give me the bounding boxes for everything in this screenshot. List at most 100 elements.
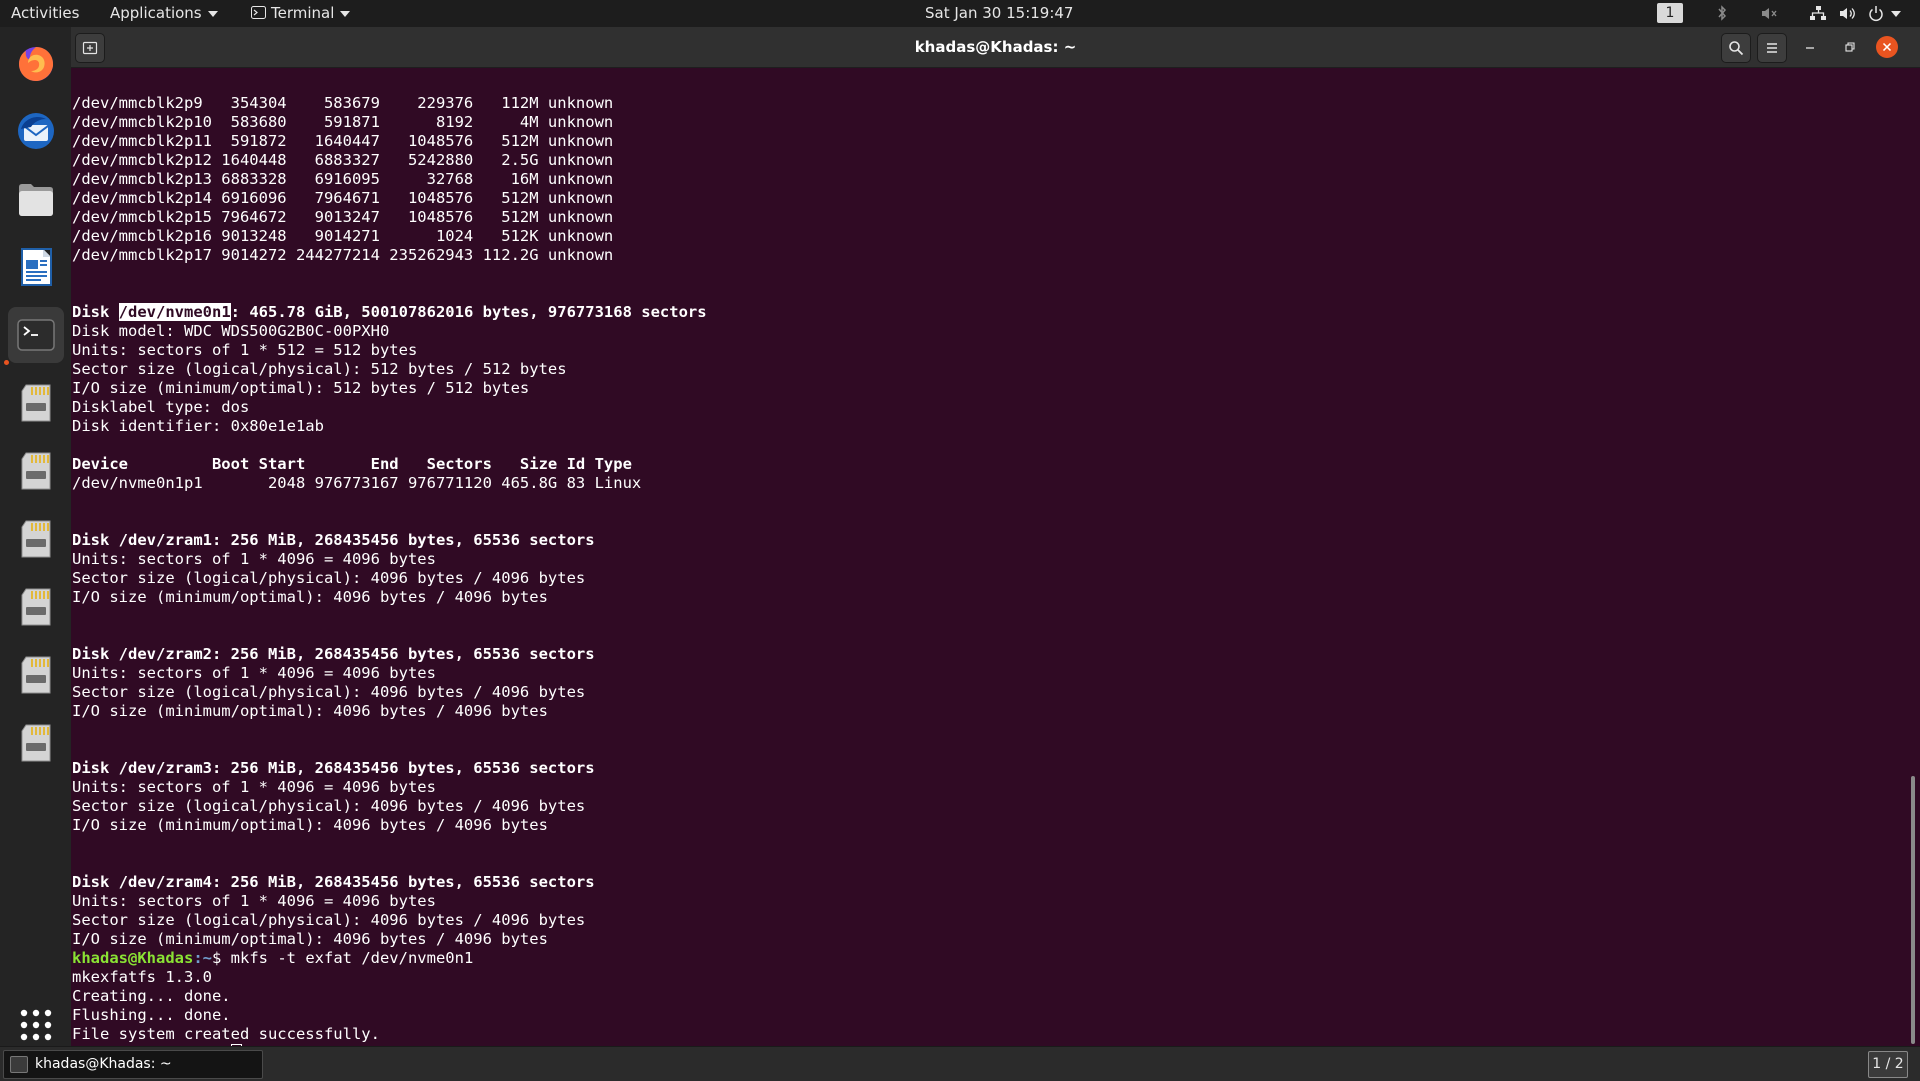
hamburger-menu-button[interactable] (1757, 33, 1787, 63)
disk-units: Units: sectors of 1 * 512 = 512 bytes (72, 341, 418, 359)
zram-disk-header: Disk /dev/zram2: 256 MiB, 268435456 byte… (72, 645, 595, 663)
applications-menu[interactable]: Applications (110, 0, 218, 27)
zram-disk-header: Disk /dev/zram1: 256 MiB, 268435456 byte… (72, 531, 595, 549)
dock-sd-card-3[interactable] (8, 511, 64, 567)
volume-icon[interactable] (1838, 4, 1858, 23)
partition-line: /dev/mmcblk2p10 583680 591871 8192 4M un… (72, 113, 614, 131)
zram-units: Units: sectors of 1 * 4096 = 4096 bytes (72, 892, 436, 910)
network-wired-icon[interactable] (1808, 4, 1828, 23)
volume-muted-icon[interactable] (1759, 4, 1779, 23)
disk-identifier: Disk identifier: 0x80e1e1ab (72, 417, 324, 435)
workspace-indicator[interactable]: 1 / 2 (1868, 1051, 1908, 1078)
dock-sd-card-1[interactable] (8, 375, 64, 431)
zram-io-size: I/O size (minimum/optimal): 4096 bytes /… (72, 702, 548, 720)
minimize-icon (1806, 47, 1814, 49)
prompt-symbol: $ (212, 949, 231, 967)
partition-line: /dev/mmcblk2p16 9013248 9014271 1024 512… (72, 227, 614, 245)
zram-io-size: I/O size (minimum/optimal): 4096 bytes /… (72, 816, 548, 834)
zram-units: Units: sectors of 1 * 4096 = 4096 bytes (72, 550, 436, 568)
sd-card-icon (21, 384, 51, 422)
workspace-badge[interactable]: 1 (1657, 3, 1683, 23)
terminal-app-menu[interactable]: Terminal (251, 0, 351, 27)
restore-icon (1845, 42, 1855, 52)
partition-line: /dev/mmcblk2p17 9014272 244277214 235262… (72, 246, 614, 264)
power-icon[interactable] (1866, 4, 1886, 23)
taskbar-item-terminal[interactable]: khadas@Khadas: ~ (3, 1050, 263, 1079)
top-bar: Activities Applications Terminal Sat Jan… (0, 0, 1920, 27)
window-headerbar[interactable]: khadas@Khadas: ~ (71, 27, 1920, 68)
dock-libreoffice-writer[interactable] (8, 239, 64, 295)
zram-units: Units: sectors of 1 * 4096 = 4096 bytes (72, 664, 436, 682)
window-title: khadas@Khadas: ~ (914, 38, 1077, 56)
chevron-down-icon (340, 10, 351, 17)
partition-line: /dev/mmcblk2p14 6916096 7964671 1048576 … (72, 189, 614, 207)
activities-button[interactable]: Activities (11, 0, 79, 27)
zram-disk-header: Disk /dev/zram4: 256 MiB, 268435456 byte… (72, 873, 595, 891)
disk-sector-size: Sector size (logical/physical): 512 byte… (72, 360, 567, 378)
hamburger-menu-icon (1767, 43, 1777, 53)
zram-sector-size: Sector size (logical/physical): 4096 byt… (72, 911, 586, 929)
document-icon (21, 248, 52, 286)
terminal-output: /dev/mmcblk2p9 354304 583679 229376 112M… (72, 94, 707, 1065)
output-line: File system created successfully. (72, 1025, 380, 1043)
search-button[interactable] (1721, 33, 1751, 63)
selected-disk-name[interactable]: /dev/nvme0n1 (118, 303, 231, 321)
partition-table-row: /dev/nvme0n1p1 2048 976773167 976771120 … (72, 474, 642, 492)
clock[interactable]: Sat Jan 30 15:19:47 (925, 0, 1073, 27)
window-list-bar: khadas@Khadas: ~ 1 / 2 (0, 1046, 1920, 1081)
disklabel-type: Disklabel type: dos (72, 398, 250, 416)
partition-line: /dev/mmcblk2p11 591872 1640447 1048576 5… (72, 132, 614, 150)
system-menu-chevron-icon[interactable] (1891, 11, 1901, 17)
sd-card-icon (21, 452, 51, 490)
zram-sector-size: Sector size (logical/physical): 4096 byt… (72, 797, 586, 815)
dock-sd-card-4[interactable] (8, 579, 64, 635)
firefox-icon (19, 47, 54, 81)
prompt-path: :~ (193, 949, 212, 967)
close-button[interactable] (1876, 36, 1898, 58)
maximize-button[interactable] (1836, 33, 1864, 61)
sd-card-icon (21, 588, 51, 626)
terminal-window: khadas@Khadas: ~ /dev/mmcblk2p9 354304 5… (71, 27, 1920, 1064)
zram-io-size: I/O size (minimum/optimal): 4096 bytes /… (72, 588, 548, 606)
taskbar-item-label: khadas@Khadas: ~ (35, 1056, 172, 1072)
new-tab-button[interactable] (75, 33, 105, 63)
zram-units: Units: sectors of 1 * 4096 = 4096 bytes (72, 778, 436, 796)
dock-firefox[interactable] (8, 35, 64, 91)
disk-prefix: Disk (72, 303, 119, 321)
output-line: Flushing... done. (72, 1006, 231, 1024)
partition-table-header: Device Boot Start End Sectors Size Id Ty… (72, 455, 632, 473)
files-icon (19, 184, 53, 216)
dock-files[interactable] (8, 171, 64, 227)
active-app-indicator (4, 360, 9, 365)
dock-sd-card-2[interactable] (8, 443, 64, 499)
command-line: khadas@Khadas:~$ mkfs -t exfat /dev/nvme… (72, 949, 473, 967)
partition-line: /dev/mmcblk2p12 1640448 6883327 5242880 … (72, 151, 614, 169)
dock-terminal[interactable] (8, 307, 64, 363)
dock-thunderbird[interactable] (8, 103, 64, 159)
disk-model: Disk model: WDC WDS500G2B0C-00PXH0 (72, 322, 390, 340)
show-applications-button[interactable] (8, 997, 64, 1053)
dock-sd-card-6[interactable] (8, 715, 64, 771)
zram-sector-size: Sector size (logical/physical): 4096 byt… (72, 683, 586, 701)
terminal-content[interactable]: /dev/mmcblk2p9 354304 583679 229376 112M… (71, 68, 1920, 1064)
terminal-icon (17, 319, 55, 351)
prompt-user: khadas@Khadas (72, 949, 194, 967)
scrollbar[interactable] (1911, 776, 1915, 1044)
terminal-icon (251, 6, 266, 19)
terminal-icon (10, 1056, 28, 1073)
close-icon (1882, 42, 1892, 52)
bluetooth-icon[interactable] (1712, 4, 1732, 23)
disk-summary: : 465.78 GiB, 500107862016 bytes, 976773… (230, 303, 707, 321)
dock (0, 27, 71, 1046)
partition-line: /dev/mmcblk2p15 7964672 9013247 1048576 … (72, 208, 614, 226)
sd-card-icon (21, 656, 51, 694)
partition-line: /dev/mmcblk2p9 354304 583679 229376 112M… (72, 94, 614, 112)
partition-line: /dev/mmcblk2p13 6883328 6916095 32768 16… (72, 170, 614, 188)
new-tab-icon (82, 41, 98, 55)
dock-sd-card-5[interactable] (8, 647, 64, 703)
minimize-button[interactable] (1796, 33, 1824, 61)
output-line: mkexfatfs 1.3.0 (72, 968, 212, 986)
thunderbird-icon (18, 113, 54, 149)
zram-sector-size: Sector size (logical/physical): 4096 byt… (72, 569, 586, 587)
sd-card-icon (21, 520, 51, 558)
